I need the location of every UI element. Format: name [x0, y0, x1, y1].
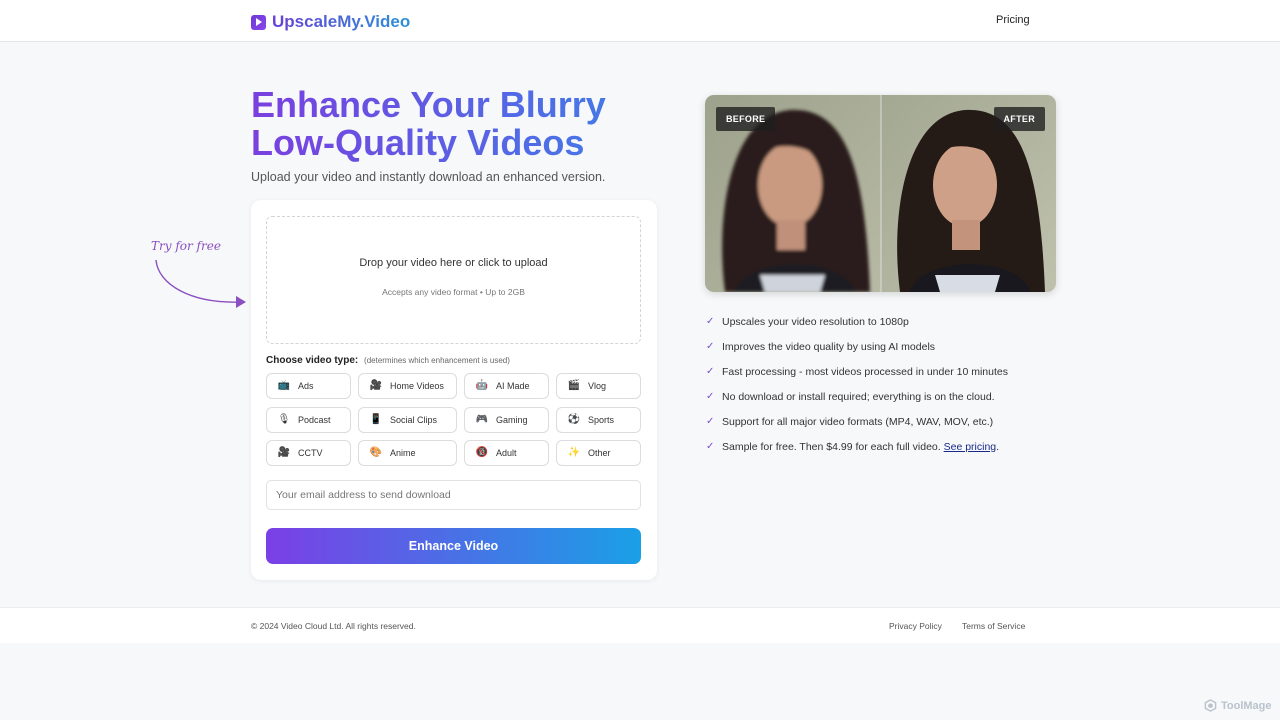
feature-text-suffix: .: [996, 440, 1000, 453]
check-icon: ✓: [706, 341, 715, 352]
terms-of-service-link[interactable]: Terms of Service: [962, 621, 1025, 631]
hero-subtitle: Upload your video and instantly download…: [251, 170, 606, 184]
chip-label: Other: [588, 448, 611, 458]
feature-list: ✓ Upscales your video resolution to 1080…: [706, 309, 1008, 459]
privacy-policy-link[interactable]: Privacy Policy: [889, 621, 942, 631]
camera-icon: 🎥: [369, 380, 383, 391]
feature-item: ✓ Sample for free. Then $4.99 for each f…: [706, 434, 1008, 459]
site-header: UpscaleMy.Video Pricing: [0, 0, 1280, 42]
try-free-annotation: Try for free: [151, 239, 221, 253]
watermark: ToolMage: [1204, 699, 1272, 712]
feature-item: ✓ Support for all major video formats (M…: [706, 409, 1008, 434]
feature-text: Sample for free. Then $4.99 for each ful…: [722, 441, 999, 453]
email-input[interactable]: [266, 480, 641, 510]
upload-dropzone[interactable]: Drop your video here or click to upload …: [266, 216, 641, 344]
feature-text: Support for all major video formats (MP4…: [722, 415, 994, 428]
logo[interactable]: UpscaleMy.Video: [251, 12, 410, 32]
chip-label: AI Made: [496, 381, 530, 391]
video-type-social-clips[interactable]: 📱 Social Clips: [358, 407, 457, 433]
hero-title-line2: Low-Quality Videos: [251, 122, 585, 163]
sparkles-icon: ✨: [567, 447, 581, 458]
before-label: BEFORE: [716, 107, 776, 131]
video-type-podcast[interactable]: 🎙 Podcast: [266, 407, 351, 433]
chip-label: Gaming: [496, 415, 528, 425]
video-type-cctv[interactable]: 🎥 CCTV: [266, 440, 351, 466]
video-type-vlog[interactable]: 🎬 Vlog: [556, 373, 641, 399]
soccer-ball-icon: ⚽: [567, 414, 581, 425]
logo-text: UpscaleMy.Video: [272, 12, 411, 31]
gamepad-icon: 🎮: [475, 414, 489, 425]
chip-label: CCTV: [298, 448, 323, 458]
camera-icon: 🎥: [277, 447, 291, 458]
feature-text: Upscales your video resolution to 1080p: [722, 315, 909, 328]
feature-text-main: Sample for free. Then $4.99 for each ful…: [722, 440, 941, 453]
video-type-anime[interactable]: 🎨 Anime: [358, 440, 457, 466]
hexagon-logo-icon: [1204, 699, 1217, 712]
site-footer: © 2024 Video Cloud Ltd. All rights reser…: [0, 607, 1280, 643]
chip-label: Sports: [588, 415, 615, 425]
check-icon: ✓: [706, 391, 715, 402]
eighteen-icon: 🔞: [475, 447, 489, 458]
check-icon: ✓: [706, 366, 715, 377]
feature-text: Improves the video quality by using AI m…: [722, 340, 936, 353]
curved-arrow-icon: [155, 259, 246, 308]
feature-item: ✓ No download or install required; every…: [706, 384, 1008, 409]
chip-label: Social Clips: [390, 415, 438, 425]
palette-icon: 🎨: [369, 447, 383, 458]
play-icon: [251, 14, 266, 30]
video-type-label-text: Choose video type:: [266, 355, 359, 366]
video-type-sports[interactable]: ⚽ Sports: [556, 407, 641, 433]
dropzone-text: Drop your video here or click to upload: [359, 257, 548, 269]
tv-icon: 📺: [277, 380, 291, 391]
feature-item: ✓ Improves the video quality by using AI…: [706, 334, 1008, 359]
chip-label: Ads: [298, 381, 314, 391]
clapper-icon: 🎬: [567, 380, 581, 391]
hero-title: Enhance Your Blurry Low-Quality Videos: [251, 86, 671, 162]
feature-text: No download or install required; everyth…: [722, 390, 995, 403]
dropzone-note: Accepts any video format • Up to 2GB: [382, 287, 525, 297]
video-type-ads[interactable]: 📺 Ads: [266, 373, 351, 399]
check-icon: ✓: [706, 416, 715, 427]
nav-pricing-link[interactable]: Pricing: [996, 14, 1030, 26]
chip-label: Home Videos: [390, 381, 444, 391]
video-type-label: Choose video type: (determines which enh…: [266, 355, 510, 366]
upload-card: Drop your video here or click to upload …: [251, 200, 657, 580]
after-label: AFTER: [993, 107, 1045, 131]
before-after-preview: BEFORE AFTER: [705, 95, 1056, 292]
video-type-other[interactable]: ✨ Other: [556, 440, 641, 466]
check-icon: ✓: [706, 316, 715, 327]
watermark-text: ToolMage: [1221, 699, 1272, 712]
video-type-home-videos[interactable]: 🎥 Home Videos: [358, 373, 457, 399]
enhance-video-button[interactable]: Enhance Video: [266, 528, 641, 564]
feature-text: Fast processing - most videos processed …: [722, 365, 1008, 378]
chip-label: Adult: [496, 448, 517, 458]
video-type-note: (determines which enhancement is used): [364, 356, 510, 365]
chip-label: Vlog: [588, 381, 607, 391]
copyright-text: © 2024 Video Cloud Ltd. All rights reser…: [251, 621, 416, 631]
robot-icon: 🤖: [475, 380, 489, 391]
feature-item: ✓ Upscales your video resolution to 1080…: [706, 309, 1008, 334]
video-type-ai-made[interactable]: 🤖 AI Made: [464, 373, 549, 399]
video-type-gaming[interactable]: 🎮 Gaming: [464, 407, 549, 433]
phone-icon: 📱: [369, 414, 383, 425]
feature-item: ✓ Fast processing - most videos processe…: [706, 359, 1008, 384]
see-pricing-link[interactable]: See pricing: [944, 441, 997, 453]
hero-title-line1: Enhance Your Blurry: [251, 84, 606, 125]
check-icon: ✓: [706, 441, 715, 452]
chip-label: Podcast: [298, 415, 331, 425]
chip-label: Anime: [390, 448, 416, 458]
microphone-icon: 🎙: [277, 414, 291, 425]
video-type-adult[interactable]: 🔞 Adult: [464, 440, 549, 466]
